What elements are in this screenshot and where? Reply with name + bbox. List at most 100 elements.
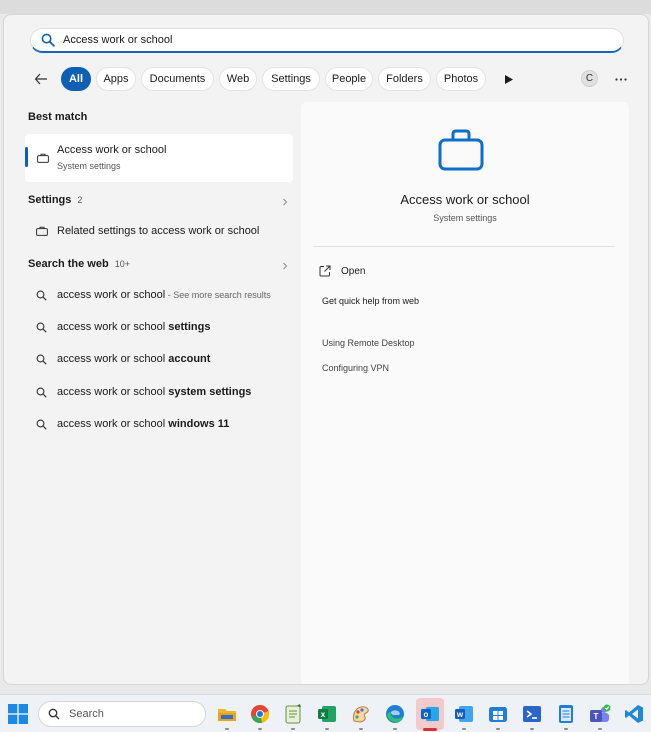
web-suggestion[interactable]: access work or school system settings xyxy=(25,378,293,406)
briefcase-icon xyxy=(37,153,49,163)
best-match-subtitle: System settings xyxy=(57,161,121,171)
microsoft-store-icon[interactable] xyxy=(487,703,509,725)
suggestion-bold: windows 11 xyxy=(168,418,230,430)
windows-start-icon[interactable] xyxy=(8,704,28,724)
filter-tab-apps[interactable]: Apps xyxy=(96,67,136,91)
best-match-title: Access work or school xyxy=(57,144,167,156)
filter-tab-web[interactable]: Web xyxy=(219,67,257,91)
edge-icon[interactable] xyxy=(384,703,406,725)
outlook-icon[interactable]: o xyxy=(419,703,441,725)
excel-icon[interactable]: x xyxy=(316,703,338,725)
web-suggestion[interactable]: access work or school windows 11 xyxy=(25,410,293,438)
running-indicator xyxy=(359,728,363,730)
vscode-icon[interactable] xyxy=(623,703,645,725)
web-suggestion[interactable]: access work or school account xyxy=(25,345,293,373)
filter-tab-folders[interactable]: Folders xyxy=(378,67,431,91)
settings-result-related[interactable]: Related settings to access work or schoo… xyxy=(25,217,293,245)
running-indicator xyxy=(496,728,500,730)
quick-help-header: Get quick help from web xyxy=(322,296,420,306)
help-link-remote-desktop[interactable]: Using Remote Desktop xyxy=(322,338,415,348)
filter-tab-photos[interactable]: Photos xyxy=(436,67,486,91)
running-indicator xyxy=(291,728,295,730)
search-icon xyxy=(36,354,47,365)
paint-icon[interactable] xyxy=(350,703,372,725)
settings-count: 2 xyxy=(77,195,83,205)
running-indicator xyxy=(393,728,397,730)
filter-tab-all[interactable]: All xyxy=(61,67,91,91)
briefcase-icon xyxy=(36,226,48,236)
terminal-icon[interactable] xyxy=(521,703,543,725)
open-external-icon xyxy=(319,265,331,277)
filter-bar: All Apps Documents Web Settings People F… xyxy=(28,67,638,91)
web-result-text: access work or school xyxy=(57,289,166,301)
search-icon xyxy=(36,387,47,398)
svg-text:o: o xyxy=(424,710,429,719)
back-arrow-icon xyxy=(34,73,47,85)
ellipsis-icon xyxy=(615,77,627,81)
teams-icon[interactable]: T xyxy=(589,703,611,725)
svg-text:w: w xyxy=(456,710,464,719)
running-indicator xyxy=(462,728,466,730)
web-section-header[interactable]: Search the web 10+ xyxy=(28,258,296,270)
suggestion-base: access work or school xyxy=(57,418,169,430)
search-icon xyxy=(36,290,47,301)
taskbar-search-box[interactable]: Search xyxy=(38,701,206,727)
word-icon[interactable]: w xyxy=(453,703,475,725)
running-indicator xyxy=(598,728,602,730)
web-section-title: Search the web xyxy=(28,258,109,270)
settings-section-title: Settings xyxy=(28,194,72,206)
notepad-doc-icon[interactable] xyxy=(555,703,577,725)
search-icon xyxy=(48,708,60,720)
search-icon xyxy=(36,419,47,430)
desktop-background xyxy=(0,0,651,14)
svg-text:x: x xyxy=(321,710,326,719)
account-avatar[interactable]: C xyxy=(581,70,598,87)
suggestion-base: access work or school xyxy=(57,321,169,333)
taskbar: Search x o w T xyxy=(0,694,651,732)
back-button[interactable] xyxy=(32,70,50,88)
web-results-count: 10+ xyxy=(114,259,130,269)
running-indicator xyxy=(530,728,534,730)
filter-tab-people[interactable]: People xyxy=(325,67,373,91)
more-filters-button[interactable] xyxy=(502,72,516,86)
search-box[interactable] xyxy=(30,28,624,53)
best-match-result[interactable]: Access work or school System settings xyxy=(25,134,293,182)
preview-pane: Access work or school System settings Op… xyxy=(301,102,629,684)
taskbar-search-label: Search xyxy=(69,708,104,720)
settings-result-label: Related settings to access work or schoo… xyxy=(57,225,260,237)
preview-title: Access work or school xyxy=(400,192,530,207)
briefcase-icon xyxy=(438,129,484,171)
running-indicator xyxy=(225,728,229,730)
play-arrow-icon xyxy=(505,74,513,84)
search-icon xyxy=(41,33,55,47)
search-icon xyxy=(36,322,47,333)
suggestion-bold: system settings xyxy=(168,386,252,398)
running-indicator xyxy=(258,728,262,730)
preview-subtitle: System settings xyxy=(433,213,497,223)
help-link-vpn[interactable]: Configuring VPN xyxy=(322,363,389,373)
web-suggestion[interactable]: access work or school settings xyxy=(25,313,293,341)
active-app-indicator xyxy=(423,728,437,731)
chrome-icon[interactable] xyxy=(249,703,271,725)
chevron-right-icon xyxy=(283,198,288,206)
open-label: Open xyxy=(341,265,366,277)
running-indicator xyxy=(564,728,568,730)
selection-indicator xyxy=(25,147,28,167)
filter-tab-documents[interactable]: Documents xyxy=(141,67,214,91)
suggestion-bold: account xyxy=(168,353,211,365)
svg-text:T: T xyxy=(594,712,599,721)
more-options-button[interactable] xyxy=(612,70,630,88)
filter-tab-settings[interactable]: Settings xyxy=(262,67,320,91)
open-action[interactable]: Open xyxy=(319,262,365,280)
search-flyout: All Apps Documents Web Settings People F… xyxy=(3,14,649,685)
divider xyxy=(313,246,615,247)
file-explorer-icon[interactable] xyxy=(216,703,238,725)
settings-section-header[interactable]: Settings 2 xyxy=(28,194,296,206)
search-input[interactable] xyxy=(63,34,563,46)
see-more-note: - See more search results xyxy=(165,290,271,300)
suggestion-bold: settings xyxy=(168,321,211,333)
suggestion-base: access work or school xyxy=(57,386,169,398)
web-result-see-more[interactable]: access work or school - See more search … xyxy=(25,281,293,309)
notepad-icon[interactable] xyxy=(282,703,304,725)
chevron-right-icon xyxy=(283,262,288,270)
